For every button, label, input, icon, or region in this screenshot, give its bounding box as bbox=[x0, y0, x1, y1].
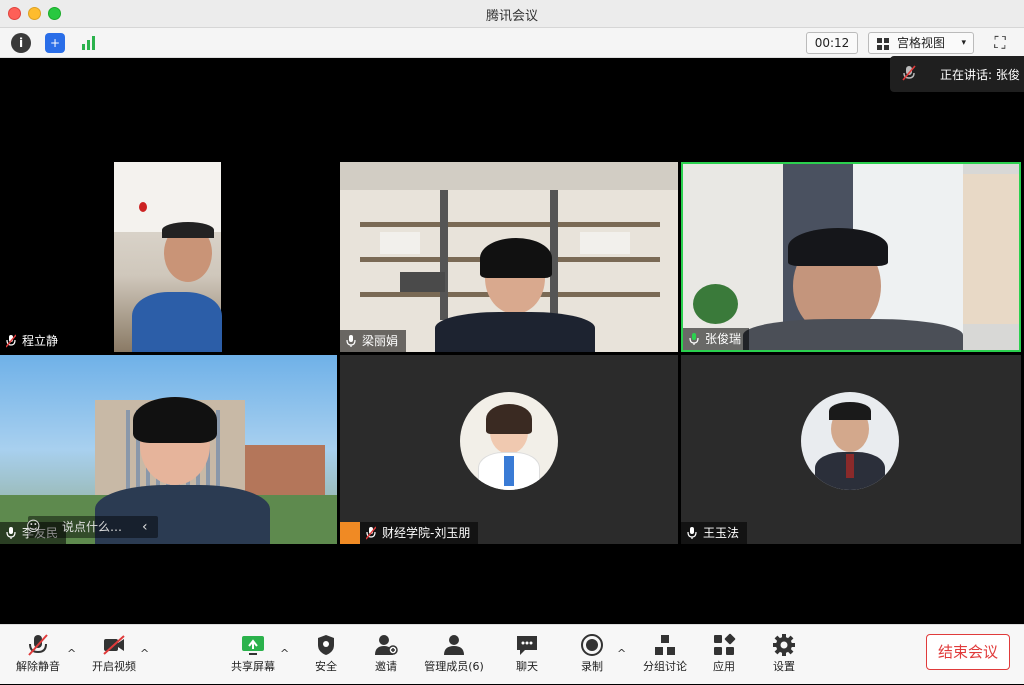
add-user-icon bbox=[375, 635, 398, 655]
participant-avatar bbox=[460, 392, 558, 490]
grid-view-icon bbox=[877, 38, 889, 50]
mic-icon bbox=[6, 527, 16, 539]
emoji-icon[interactable]: ☺ bbox=[26, 516, 41, 538]
info-icon[interactable]: i bbox=[11, 33, 31, 53]
video-tile-2[interactable]: 梁丽娟 bbox=[340, 162, 678, 352]
participant-name: 程立静 bbox=[22, 334, 59, 348]
breakout-rooms-label: 分组讨论 bbox=[643, 660, 687, 673]
view-mode-dropdown[interactable]: 宫格视图 ▾ bbox=[868, 32, 974, 54]
participant-name: 财经学院-刘玉朋 bbox=[382, 526, 471, 540]
meeting-window: 腾讯会议 i + 00:12 宫格视图 ▾ ⛶ 正在讲话: 张俊 程立静 梁丽娟… bbox=[0, 0, 1024, 684]
video-off-icon bbox=[103, 635, 125, 655]
breakout-rooms-button[interactable]: 分组讨论 bbox=[640, 625, 690, 685]
video-tile-5[interactable]: 财经学院-刘玉朋 bbox=[340, 355, 678, 544]
invite-label: 邀请 bbox=[375, 660, 397, 673]
video-tile-6[interactable]: 王玉法 bbox=[681, 355, 1021, 544]
video-tile-1[interactable]: 程立静 bbox=[0, 162, 337, 352]
chat-label: 聊天 bbox=[516, 660, 538, 673]
view-mode-label: 宫格视图 bbox=[897, 36, 946, 50]
start-video-label: 开启视频 bbox=[92, 660, 136, 673]
record-options-caret-icon[interactable]: ^ bbox=[617, 647, 626, 660]
gear-icon bbox=[773, 634, 795, 656]
mic-icon bbox=[346, 335, 356, 347]
collapse-chat-icon[interactable]: ‹ bbox=[142, 516, 148, 538]
video-options-caret-icon[interactable]: ^ bbox=[140, 647, 149, 660]
muted-mic-icon bbox=[6, 334, 16, 348]
participant-name: 梁丽娟 bbox=[362, 334, 399, 348]
speaking-indicator: 正在讲话: 张俊 bbox=[890, 56, 1024, 92]
security-button[interactable]: 安全 bbox=[306, 625, 346, 685]
participant-nameplate: 程立静 bbox=[0, 330, 66, 352]
apps-label: 应用 bbox=[713, 660, 735, 673]
video-tile-3-active-speaker[interactable]: 张俊瑞 bbox=[681, 162, 1021, 352]
breakout-rooms-icon bbox=[655, 635, 675, 655]
share-screen-icon bbox=[242, 636, 264, 655]
participant-badge-icon bbox=[340, 522, 360, 544]
security-shield-icon[interactable]: + bbox=[45, 33, 65, 53]
chat-placeholder: 说点什么… bbox=[62, 520, 123, 534]
record-label: 录制 bbox=[581, 660, 603, 673]
settings-button[interactable]: 设置 bbox=[764, 625, 804, 685]
apps-button[interactable]: 应用 bbox=[704, 625, 744, 685]
start-video-button[interactable]: 开启视频 bbox=[88, 625, 140, 685]
end-meeting-button[interactable]: 结束会议 bbox=[926, 634, 1010, 670]
muted-mic-icon bbox=[28, 634, 48, 656]
bottom-control-bar: 解除静音 ^ 开启视频 ^ 共享屏幕 ^ 安全 邀请 管理成员(6) 聊天 录制… bbox=[0, 624, 1024, 684]
settings-label: 设置 bbox=[773, 660, 795, 673]
manage-members-label: 管理成员(6) bbox=[424, 660, 484, 673]
participant-nameplate: 张俊瑞 bbox=[683, 328, 750, 350]
unmute-button[interactable]: 解除静音 bbox=[12, 625, 64, 685]
shield-icon bbox=[318, 635, 334, 655]
share-screen-button[interactable]: 共享屏幕 bbox=[226, 625, 280, 685]
invite-button[interactable]: 邀请 bbox=[366, 625, 406, 685]
fullscreen-icon[interactable]: ⛶ bbox=[990, 33, 1010, 53]
window-title: 腾讯会议 bbox=[485, 9, 538, 24]
participant-name: 张俊瑞 bbox=[705, 332, 742, 346]
participant-avatar bbox=[801, 392, 899, 490]
security-label: 安全 bbox=[315, 660, 337, 673]
chat-button[interactable]: 聊天 bbox=[507, 625, 547, 685]
network-signal-icon[interactable] bbox=[79, 33, 99, 53]
chat-bubble-icon bbox=[517, 636, 537, 655]
participant-name: 王玉法 bbox=[703, 526, 740, 540]
unmute-label: 解除静音 bbox=[16, 660, 60, 673]
chat-input[interactable]: ☺ 说点什么… ‹ bbox=[26, 516, 158, 538]
audio-options-caret-icon[interactable]: ^ bbox=[67, 647, 76, 660]
dropdown-caret-icon: ▾ bbox=[961, 38, 966, 48]
share-screen-label: 共享屏幕 bbox=[231, 660, 275, 673]
manage-members-button[interactable]: 管理成员(6) bbox=[422, 625, 486, 685]
participant-nameplate: 梁丽娟 bbox=[340, 330, 407, 352]
participant-nameplate: 王玉法 bbox=[681, 522, 748, 544]
speaking-mic-icon bbox=[689, 333, 699, 345]
muted-mic-icon bbox=[366, 526, 376, 540]
muted-mic-icon bbox=[902, 65, 916, 81]
participant-nameplate: 财经学院-刘玉朋 bbox=[360, 522, 479, 544]
top-toolbar: i + 00:12 宫格视图 ▾ ⛶ bbox=[0, 28, 1024, 58]
title-bar: 腾讯会议 bbox=[0, 0, 1024, 28]
record-button[interactable]: 录制 bbox=[572, 625, 612, 685]
meeting-timer: 00:12 bbox=[806, 32, 858, 54]
apps-grid-icon bbox=[714, 633, 736, 655]
share-options-caret-icon[interactable]: ^ bbox=[280, 647, 289, 660]
mic-icon bbox=[687, 527, 697, 539]
record-icon bbox=[581, 634, 603, 656]
speaking-text: 正在讲话: 张俊 bbox=[940, 68, 1020, 82]
members-icon bbox=[444, 635, 464, 655]
